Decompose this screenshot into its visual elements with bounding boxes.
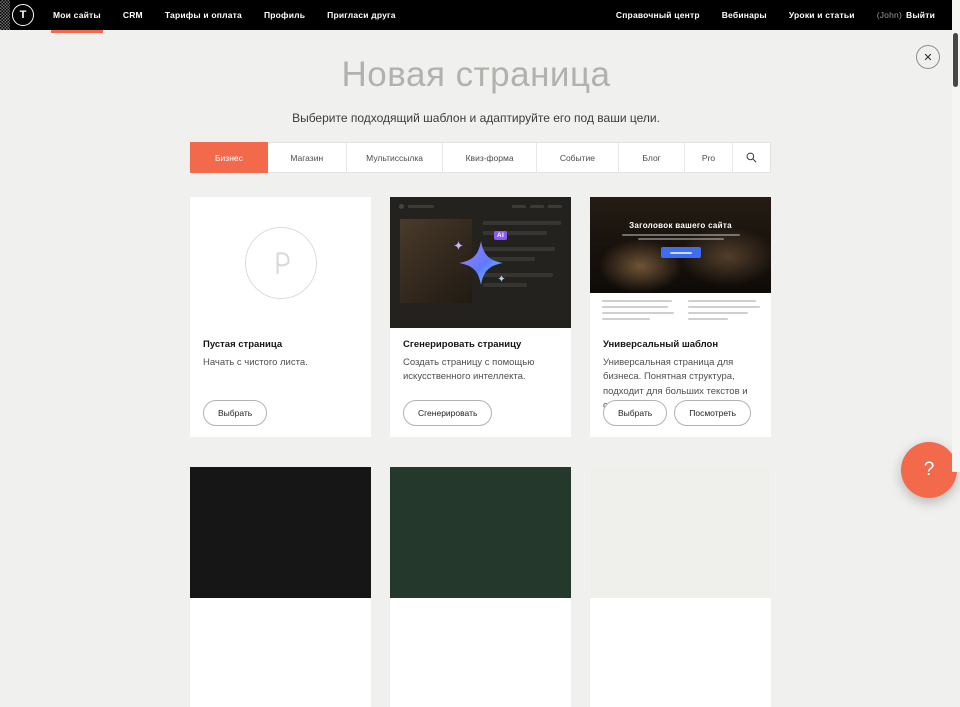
mini-sparkle-icon [498, 275, 505, 282]
preview-cta-button [661, 247, 701, 258]
nav-item-tariffs[interactable]: Тарифы и оплата [154, 0, 253, 30]
close-icon: ✕ [923, 51, 932, 64]
nav-item-help-center[interactable]: Справочный центр [605, 10, 711, 20]
tab-shop[interactable]: Магазин [268, 143, 347, 172]
preview-text-line [622, 234, 740, 236]
help-button[interactable]: ? [901, 442, 957, 498]
template-card-partial [190, 467, 371, 707]
page-subtitle: Выберите подходящий шаблон и адаптируйте… [0, 111, 952, 125]
card-ai-generate: AI Сгенерировать страницу Создать страни… [390, 197, 571, 437]
user-name-label: (John) [877, 10, 902, 20]
card-actions: Выбрать [203, 400, 267, 426]
card-text-block: Пустая страница Начать с чистого листа. [190, 328, 371, 370]
page-title: Новая страница [0, 55, 952, 95]
preview-headline: Заголовок вашего сайта [629, 221, 732, 230]
nav-item-my-sites[interactable]: Мои сайты [42, 0, 112, 30]
halftone-pattern [0, 0, 10, 30]
blank-page-preview[interactable] [190, 197, 371, 328]
template-preview[interactable] [390, 467, 571, 598]
template-card-partial [590, 467, 771, 707]
card-actions: Сгенерировать [403, 400, 492, 426]
card-text-block: Сгенерировать страницу Создать страницу … [390, 328, 571, 385]
top-navbar: T Мои сайты CRM Тарифы и оплата Профиль … [0, 0, 952, 30]
question-mark-icon: ? [924, 459, 935, 481]
nav-item-profile[interactable]: Профиль [253, 0, 316, 30]
tilda-mark-circle [245, 227, 317, 299]
nav-item-crm[interactable]: CRM [112, 0, 154, 30]
page-scrollbar [952, 0, 960, 472]
universal-template-preview[interactable]: Заголовок вашего сайта [590, 197, 771, 328]
card-description: Начать с чистого листа. [203, 356, 358, 370]
card-description: Создать страницу с помощью искусственног… [403, 356, 558, 385]
search-icon [746, 152, 757, 163]
template-preview[interactable] [590, 467, 771, 598]
generate-button[interactable]: Сгенерировать [403, 400, 492, 426]
preview-text-line [638, 238, 724, 240]
nav-item-logout[interactable]: (John) Выйти [866, 10, 946, 20]
tilda-logo[interactable]: T [12, 4, 34, 26]
card-title: Сгенерировать страницу [403, 339, 558, 350]
template-cards-grid: Пустая страница Начать с чистого листа. … [190, 197, 771, 707]
navbar-right-menu: Справочный центр Вебинары Уроки и статьи… [605, 0, 952, 30]
template-preview[interactable] [190, 467, 371, 598]
card-title: Пустая страница [203, 339, 358, 350]
preview-text-column [602, 300, 674, 321]
nav-item-webinars[interactable]: Вебинары [711, 10, 778, 20]
navbar-left-menu: Мои сайты CRM Тарифы и оплата Профиль Пр… [42, 0, 407, 30]
card-actions: Выбрать Посмотреть [603, 400, 751, 426]
choose-template-button[interactable]: Выбрать [603, 400, 667, 426]
preview-hero-section: Заголовок вашего сайта [590, 197, 771, 293]
tab-event[interactable]: Событие [537, 143, 619, 172]
preview-text-section [590, 293, 771, 328]
ai-generate-preview[interactable]: AI [390, 197, 571, 328]
tilda-mark-icon [264, 246, 298, 280]
ai-badge: AI [494, 231, 507, 240]
tab-pro[interactable]: Pro [685, 143, 733, 172]
mini-sparkle-icon [454, 241, 463, 250]
tab-quiz-form[interactable]: Квиз-форма [443, 143, 536, 172]
card-blank-page: Пустая страница Начать с чистого листа. … [190, 197, 371, 437]
view-template-button[interactable]: Посмотреть [674, 400, 751, 426]
template-card-partial [390, 467, 571, 707]
tab-blog[interactable]: Блог [619, 143, 685, 172]
choose-blank-button[interactable]: Выбрать [203, 400, 267, 426]
preview-text-column [688, 300, 760, 321]
nav-item-invite-friend[interactable]: Пригласи друга [316, 0, 407, 30]
template-category-tabs: Бизнес Магазин Мультиссылка Квиз-форма С… [190, 142, 771, 173]
logout-label: Выйти [906, 10, 935, 20]
close-button[interactable]: ✕ [916, 45, 940, 69]
tab-search[interactable] [733, 143, 770, 172]
tab-multilink[interactable]: Мультиссылка [347, 143, 444, 172]
nav-item-lessons[interactable]: Уроки и статьи [778, 10, 866, 20]
scrollbar-thumb[interactable] [953, 33, 958, 87]
card-universal-template: Заголовок вашего сайта [590, 197, 771, 437]
card-title: Универсальный шаблон [603, 339, 758, 350]
tab-business[interactable]: Бизнес [190, 142, 268, 173]
